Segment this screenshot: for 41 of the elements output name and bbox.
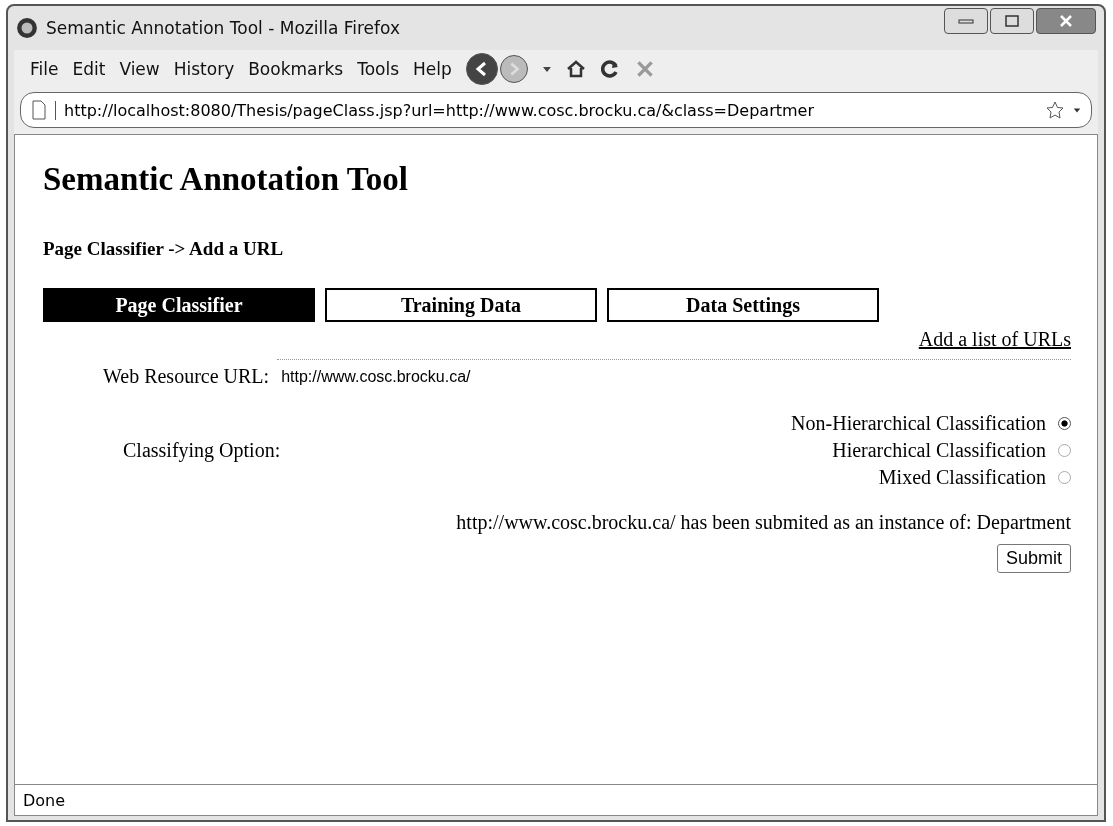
- maximize-button[interactable]: [990, 8, 1034, 34]
- minimize-icon: [956, 16, 976, 26]
- radio-label: Non-Hierarchical Classification: [791, 412, 1046, 435]
- minimize-button[interactable]: [944, 8, 988, 34]
- menu-item[interactable]: View: [119, 59, 160, 79]
- tab[interactable]: Training Data: [325, 288, 597, 322]
- breadcrumb: Page Classifier -> Add a URL: [43, 238, 285, 260]
- tab[interactable]: Data Settings: [607, 288, 879, 322]
- menu-item[interactable]: Help: [413, 59, 452, 79]
- url-input-field[interactable]: http://www.cosc.brocku.ca/: [277, 359, 1071, 394]
- radio-label: Hierarchical Classification: [832, 439, 1046, 462]
- submit-button[interactable]: Submit: [996, 544, 1071, 573]
- star-icon[interactable]: [1045, 100, 1065, 120]
- menu-item[interactable]: File: [30, 59, 59, 79]
- reload-icon[interactable]: [599, 59, 620, 79]
- field-label: Classifying Option:: [122, 439, 281, 462]
- home-icon[interactable]: [565, 59, 586, 79]
- dropdown-arrow-icon[interactable]: [541, 64, 552, 74]
- close-button[interactable]: [1036, 8, 1096, 34]
- forward-button[interactable]: [499, 55, 528, 83]
- menu-item[interactable]: Edit: [72, 59, 106, 79]
- menu-item[interactable]: Bookmarks: [248, 59, 344, 79]
- status-message: http://www.cosc.brocku.ca/ has been submited as an instance of: Department: [455, 511, 1071, 534]
- add-list-link[interactable]: Add a list of URLs: [918, 328, 1071, 351]
- menu-item[interactable]: History: [173, 59, 235, 79]
- address-bar[interactable]: http://localhost:8080/Thesis/pageClass.jsp?url=http://www.cosc.brocku.ca/&class=Departmer: [20, 92, 1092, 128]
- radio-label: Mixed Classification: [878, 466, 1046, 489]
- menu-item[interactable]: Tools: [357, 59, 400, 79]
- back-button[interactable]: [465, 53, 498, 85]
- status-text: Done: [23, 790, 66, 810]
- page-icon: [31, 100, 47, 120]
- radio-button[interactable]: [1058, 471, 1071, 484]
- browser-logo-icon: [16, 17, 38, 39]
- maximize-icon: [1002, 14, 1022, 28]
- dropdown-arrow-icon[interactable]: [1073, 106, 1081, 114]
- tab[interactable]: Page Classifier: [43, 288, 315, 322]
- radio-button[interactable]: [1058, 444, 1071, 457]
- radio-button[interactable]: [1058, 417, 1071, 430]
- window-title: Semantic Annotation Tool - Mozilla Firefox: [46, 18, 400, 38]
- page-heading: Semantic Annotation Tool: [43, 161, 409, 198]
- field-label: Web Resource URL:: [103, 365, 270, 388]
